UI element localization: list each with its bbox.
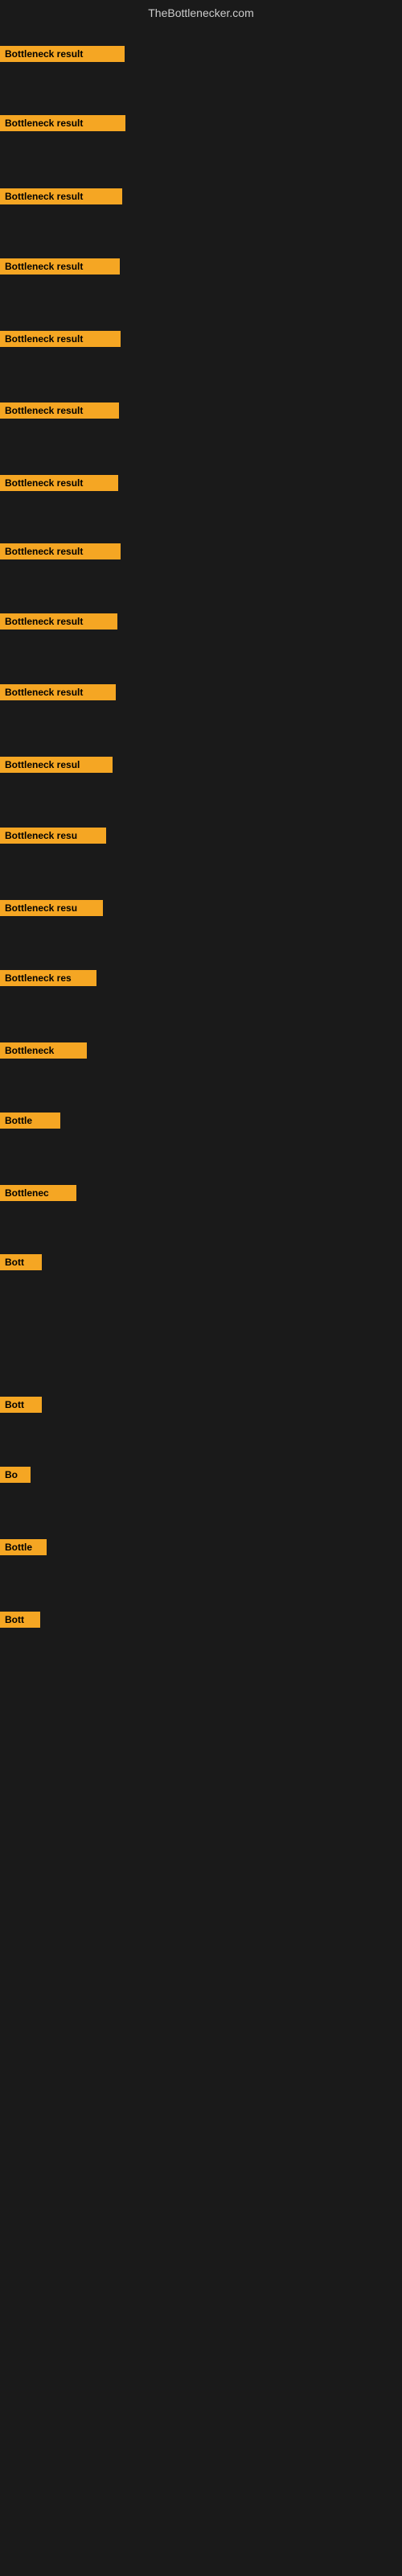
bottleneck-bar-2: Bottleneck result: [0, 115, 125, 131]
bottleneck-bar-row-1: Bottleneck result: [0, 46, 125, 66]
bottleneck-bar-5: Bottleneck result: [0, 331, 121, 347]
bottleneck-bar-row-18: Bott: [0, 1254, 42, 1274]
bottleneck-bar-1: Bottleneck result: [0, 46, 125, 62]
bottleneck-bar-7: Bottleneck result: [0, 475, 118, 491]
bottleneck-bar-8: Bottleneck result: [0, 543, 121, 559]
bottleneck-bar-9: Bottleneck result: [0, 613, 117, 630]
bottleneck-bar-row-8: Bottleneck result: [0, 543, 121, 564]
bottleneck-bar-4: Bottleneck result: [0, 258, 120, 275]
bottleneck-bar-row-10: Bottleneck result: [0, 684, 116, 704]
bottleneck-bar-row-5: Bottleneck result: [0, 331, 121, 351]
bottleneck-bar-21: Bo: [0, 1467, 31, 1483]
bottleneck-bar-row-12: Bottleneck resu: [0, 828, 106, 848]
bottleneck-bar-13: Bottleneck resu: [0, 900, 103, 916]
bottleneck-bar-14: Bottleneck res: [0, 970, 96, 986]
bottleneck-bar-row-20: Bott: [0, 1397, 42, 1417]
bottleneck-bar-row-22: Bottle: [0, 1539, 47, 1559]
bottleneck-bar-row-15: Bottleneck: [0, 1042, 87, 1063]
bottleneck-bar-row-17: Bottlenec: [0, 1185, 76, 1205]
bottleneck-bar-23: Bott: [0, 1612, 40, 1628]
bottleneck-bar-22: Bottle: [0, 1539, 47, 1555]
bottleneck-bar-16: Bottle: [0, 1113, 60, 1129]
bottleneck-bar-row-23: Bott: [0, 1612, 40, 1632]
bottleneck-bar-row-21: Bo: [0, 1467, 31, 1487]
bottleneck-bar-row-14: Bottleneck res: [0, 970, 96, 990]
bottleneck-bar-20: Bott: [0, 1397, 42, 1413]
bottleneck-bar-15: Bottleneck: [0, 1042, 87, 1059]
bottleneck-bar-17: Bottlenec: [0, 1185, 76, 1201]
bottleneck-bar-3: Bottleneck result: [0, 188, 122, 204]
bottleneck-bar-row-9: Bottleneck result: [0, 613, 117, 634]
site-title: TheBottlenecker.com: [0, 0, 402, 23]
bottleneck-bar-row-13: Bottleneck resu: [0, 900, 103, 920]
bottleneck-bar-row-2: Bottleneck result: [0, 115, 125, 135]
bottleneck-bar-row-16: Bottle: [0, 1113, 60, 1133]
bottleneck-bar-row-4: Bottleneck result: [0, 258, 120, 279]
bottleneck-bar-6: Bottleneck result: [0, 402, 119, 419]
bottleneck-bar-row-11: Bottleneck resul: [0, 757, 113, 777]
bottleneck-bar-12: Bottleneck resu: [0, 828, 106, 844]
bottleneck-bar-row-3: Bottleneck result: [0, 188, 122, 208]
bottleneck-bar-18: Bott: [0, 1254, 42, 1270]
bottleneck-bar-row-6: Bottleneck result: [0, 402, 119, 423]
bottleneck-bar-11: Bottleneck resul: [0, 757, 113, 773]
bottleneck-bar-10: Bottleneck result: [0, 684, 116, 700]
bottleneck-bar-row-7: Bottleneck result: [0, 475, 118, 495]
